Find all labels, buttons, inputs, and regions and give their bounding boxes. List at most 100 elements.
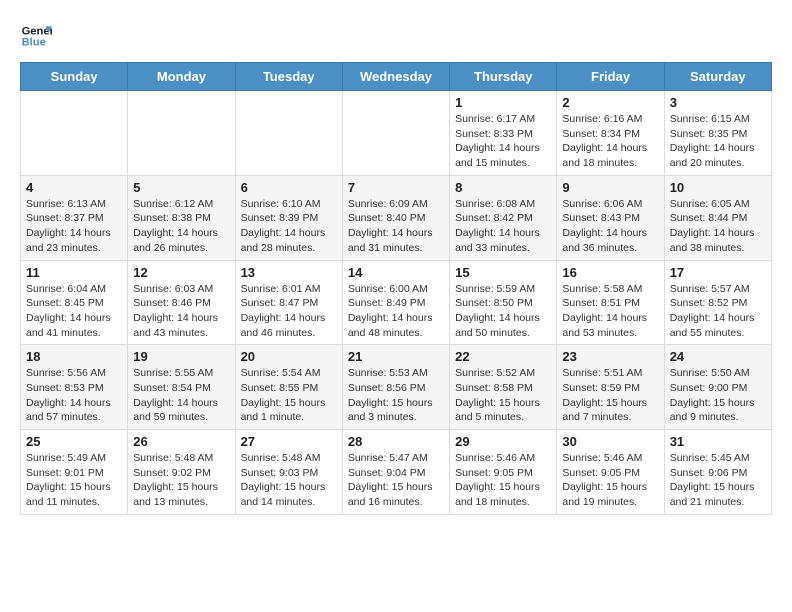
day-number: 31 <box>670 434 766 449</box>
day-cell: 9 Sunrise: 6:06 AM Sunset: 8:43 PM Daylig… <box>557 175 664 260</box>
day-number: 4 <box>26 180 122 195</box>
day-cell: 30 Sunrise: 5:46 AM Sunset: 9:05 PM Dayli… <box>557 430 664 515</box>
day-info: Sunrise: 5:45 AM Sunset: 9:06 PM Dayligh… <box>670 451 766 510</box>
col-sunday: Sunday <box>21 63 128 91</box>
day-info: Sunrise: 5:47 AM Sunset: 9:04 PM Dayligh… <box>348 451 444 510</box>
day-number: 26 <box>133 434 229 449</box>
day-number: 21 <box>348 349 444 364</box>
day-info: Sunrise: 6:16 AM Sunset: 8:34 PM Dayligh… <box>562 112 658 171</box>
day-cell: 21 Sunrise: 5:53 AM Sunset: 8:56 PM Dayli… <box>342 345 449 430</box>
day-cell <box>342 91 449 176</box>
day-cell: 4 Sunrise: 6:13 AM Sunset: 8:37 PM Daylig… <box>21 175 128 260</box>
logo-icon: General Blue <box>20 20 52 52</box>
day-info: Sunrise: 6:00 AM Sunset: 8:49 PM Dayligh… <box>348 282 444 341</box>
day-number: 29 <box>455 434 551 449</box>
day-info: Sunrise: 6:15 AM Sunset: 8:35 PM Dayligh… <box>670 112 766 171</box>
day-number: 11 <box>26 265 122 280</box>
day-info: Sunrise: 5:55 AM Sunset: 8:54 PM Dayligh… <box>133 366 229 425</box>
day-number: 19 <box>133 349 229 364</box>
day-cell: 29Sunrise: 5:46 AM Sunset: 9:05 PM Dayli… <box>450 430 557 515</box>
day-cell: 17Sunrise: 5:57 AM Sunset: 8:52 PM Dayli… <box>664 260 771 345</box>
col-saturday: Saturday <box>664 63 771 91</box>
day-cell: 22 Sunrise: 5:52 AM Sunset: 8:58 PM Dayli… <box>450 345 557 430</box>
day-info: Sunrise: 6:09 AM Sunset: 8:40 PM Dayligh… <box>348 197 444 256</box>
day-info: Sunrise: 6:01 AM Sunset: 8:47 PM Dayligh… <box>241 282 337 341</box>
day-cell: 15 Sunrise: 5:59 AM Sunset: 8:50 PM Dayli… <box>450 260 557 345</box>
day-number: 23 <box>562 349 658 364</box>
day-number: 14 <box>348 265 444 280</box>
page-header: General Blue <box>20 20 772 52</box>
week-row-1: 1 Sunrise: 6:17 AM Sunset: 8:33 PM Daylig… <box>21 91 772 176</box>
day-info: Sunrise: 5:48 AM Sunset: 9:03 PM Dayligh… <box>241 451 337 510</box>
day-number: 28 <box>348 434 444 449</box>
day-info: Sunrise: 5:48 AM Sunset: 9:02 PM Dayligh… <box>133 451 229 510</box>
week-row-4: 18 Sunrise: 5:56 AM Sunset: 8:53 PM Dayli… <box>21 345 772 430</box>
day-cell: 5 Sunrise: 6:12 AM Sunset: 8:38 PM Daylig… <box>128 175 235 260</box>
day-cell: 19 Sunrise: 5:55 AM Sunset: 8:54 PM Dayli… <box>128 345 235 430</box>
day-number: 16 <box>562 265 658 280</box>
day-cell: 1 Sunrise: 6:17 AM Sunset: 8:33 PM Daylig… <box>450 91 557 176</box>
day-cell <box>235 91 342 176</box>
week-row-5: 25 Sunrise: 5:49 AM Sunset: 9:01 PM Dayli… <box>21 430 772 515</box>
day-number: 5 <box>133 180 229 195</box>
day-number: 3 <box>670 95 766 110</box>
day-info: Sunrise: 6:17 AM Sunset: 8:33 PM Dayligh… <box>455 112 551 171</box>
day-number: 9 <box>562 180 658 195</box>
day-cell: 28 Sunrise: 5:47 AM Sunset: 9:04 PM Dayli… <box>342 430 449 515</box>
day-number: 24 <box>670 349 766 364</box>
day-cell: 26 Sunrise: 5:48 AM Sunset: 9:02 PM Dayli… <box>128 430 235 515</box>
day-info: Sunrise: 5:56 AM Sunset: 8:53 PM Dayligh… <box>26 366 122 425</box>
day-cell: 11 Sunrise: 6:04 AM Sunset: 8:45 PM Dayli… <box>21 260 128 345</box>
day-info: Sunrise: 5:50 AM Sunset: 9:00 PM Dayligh… <box>670 366 766 425</box>
day-cell: 3 Sunrise: 6:15 AM Sunset: 8:35 PM Daylig… <box>664 91 771 176</box>
day-number: 15 <box>455 265 551 280</box>
day-cell <box>21 91 128 176</box>
day-cell: 31 Sunrise: 5:45 AM Sunset: 9:06 PM Dayli… <box>664 430 771 515</box>
day-cell: 10 Sunrise: 6:05 AM Sunset: 8:44 PM Dayli… <box>664 175 771 260</box>
day-number: 12 <box>133 265 229 280</box>
day-cell: 18 Sunrise: 5:56 AM Sunset: 8:53 PM Dayli… <box>21 345 128 430</box>
day-info: Sunrise: 6:06 AM Sunset: 8:43 PM Dayligh… <box>562 197 658 256</box>
calendar-table: Sunday Monday Tuesday Wednesday Thursday… <box>20 62 772 515</box>
day-info: Sunrise: 5:53 AM Sunset: 8:56 PM Dayligh… <box>348 366 444 425</box>
day-info: Sunrise: 6:03 AM Sunset: 8:46 PM Dayligh… <box>133 282 229 341</box>
day-cell: 8 Sunrise: 6:08 AM Sunset: 8:42 PM Daylig… <box>450 175 557 260</box>
day-info: Sunrise: 6:12 AM Sunset: 8:38 PM Dayligh… <box>133 197 229 256</box>
day-cell: 6Sunrise: 6:10 AM Sunset: 8:39 PM Daylig… <box>235 175 342 260</box>
day-cell: 20 Sunrise: 5:54 AM Sunset: 8:55 PM Dayli… <box>235 345 342 430</box>
day-number: 2 <box>562 95 658 110</box>
day-info: Sunrise: 5:52 AM Sunset: 8:58 PM Dayligh… <box>455 366 551 425</box>
day-cell: 25 Sunrise: 5:49 AM Sunset: 9:01 PM Dayli… <box>21 430 128 515</box>
day-number: 7 <box>348 180 444 195</box>
day-info: Sunrise: 6:13 AM Sunset: 8:37 PM Dayligh… <box>26 197 122 256</box>
day-cell: 7 Sunrise: 6:09 AM Sunset: 8:40 PM Daylig… <box>342 175 449 260</box>
day-info: Sunrise: 5:57 AM Sunset: 8:52 PM Dayligh… <box>670 282 766 341</box>
week-row-3: 11 Sunrise: 6:04 AM Sunset: 8:45 PM Dayli… <box>21 260 772 345</box>
day-info: Sunrise: 5:46 AM Sunset: 9:05 PM Dayligh… <box>562 451 658 510</box>
day-info: Sunrise: 5:51 AM Sunset: 8:59 PM Dayligh… <box>562 366 658 425</box>
day-number: 27 <box>241 434 337 449</box>
logo: General Blue <box>20 20 52 52</box>
calendar-header-row: Sunday Monday Tuesday Wednesday Thursday… <box>21 63 772 91</box>
day-info: Sunrise: 6:05 AM Sunset: 8:44 PM Dayligh… <box>670 197 766 256</box>
day-number: 18 <box>26 349 122 364</box>
day-cell: 23 Sunrise: 5:51 AM Sunset: 8:59 PM Dayli… <box>557 345 664 430</box>
day-info: Sunrise: 5:59 AM Sunset: 8:50 PM Dayligh… <box>455 282 551 341</box>
day-number: 8 <box>455 180 551 195</box>
day-info: Sunrise: 6:08 AM Sunset: 8:42 PM Dayligh… <box>455 197 551 256</box>
col-tuesday: Tuesday <box>235 63 342 91</box>
day-info: Sunrise: 6:04 AM Sunset: 8:45 PM Dayligh… <box>26 282 122 341</box>
col-monday: Monday <box>128 63 235 91</box>
day-cell: 24 Sunrise: 5:50 AM Sunset: 9:00 PM Dayli… <box>664 345 771 430</box>
day-number: 25 <box>26 434 122 449</box>
day-info: Sunrise: 5:54 AM Sunset: 8:55 PM Dayligh… <box>241 366 337 425</box>
day-number: 1 <box>455 95 551 110</box>
day-info: Sunrise: 5:49 AM Sunset: 9:01 PM Dayligh… <box>26 451 122 510</box>
day-number: 10 <box>670 180 766 195</box>
day-info: Sunrise: 5:58 AM Sunset: 8:51 PM Dayligh… <box>562 282 658 341</box>
day-number: 22 <box>455 349 551 364</box>
col-thursday: Thursday <box>450 63 557 91</box>
day-cell: 12 Sunrise: 6:03 AM Sunset: 8:46 PM Dayli… <box>128 260 235 345</box>
day-number: 30 <box>562 434 658 449</box>
day-number: 20 <box>241 349 337 364</box>
